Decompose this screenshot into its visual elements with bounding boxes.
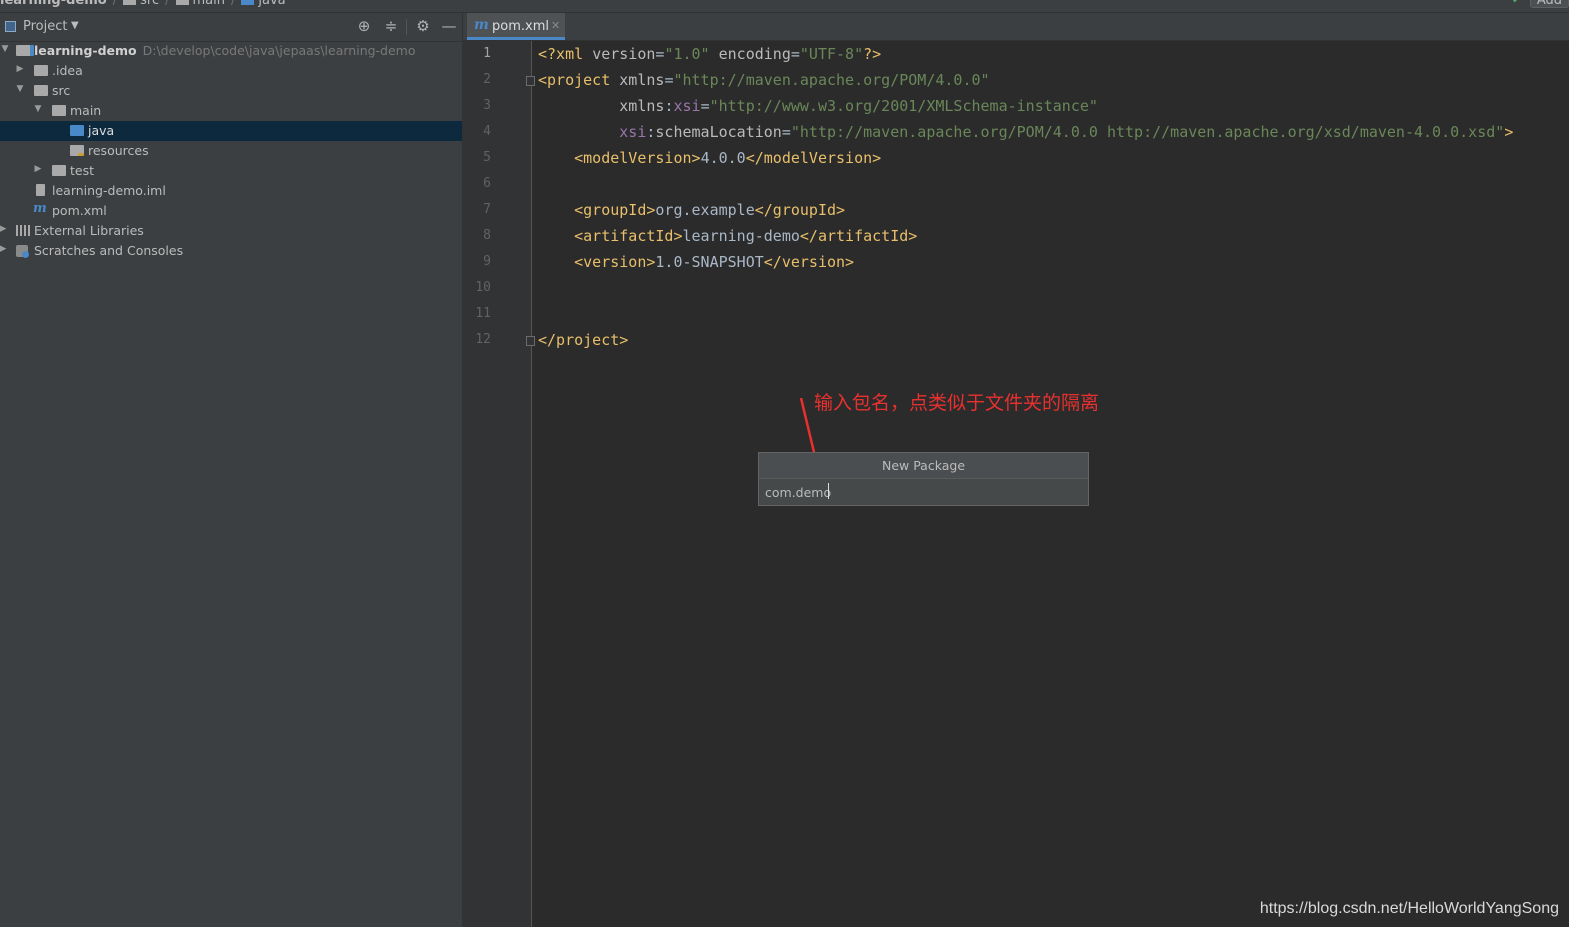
- project-view-icon: [5, 21, 16, 32]
- tree-item-label: .idea: [52, 63, 83, 78]
- tree-item-label: Scratches and Consoles: [34, 243, 184, 258]
- tree-item-label: main: [70, 103, 102, 118]
- watermark: https://blog.csdn.net/HelloWorldYangSong: [1259, 900, 1559, 917]
- code-line: <?xml version="1.0" encoding="UTF-8"?>: [538, 45, 882, 63]
- iml-file-icon: [36, 184, 45, 196]
- package-name-input[interactable]: [759, 479, 1088, 505]
- code-line: xsi:schemaLocation="http://maven.apache.…: [619, 123, 1514, 141]
- code-line: </project>: [538, 331, 629, 349]
- line-number: 9: [483, 254, 491, 269]
- tree-item-pom[interactable]: m pom.xml: [0, 201, 462, 221]
- project-view-selector[interactable]: Project: [23, 19, 67, 34]
- fold-marker-icon[interactable]: [526, 76, 535, 86]
- line-number: 4: [483, 124, 491, 139]
- dialog-title: New Package: [759, 453, 1088, 479]
- breadcrumb-item-project[interactable]: learning-demo: [0, 0, 107, 8]
- module-folder-icon: [16, 45, 34, 56]
- tree-item-resources[interactable]: resources: [0, 141, 462, 161]
- line-number: 10: [475, 280, 491, 295]
- line-number: 7: [483, 202, 491, 217]
- tree-item-label: External Libraries: [34, 223, 144, 238]
- source-folder-icon: [70, 125, 84, 136]
- code-line: xmlns:xsi="http://www.w3.org/2001/XMLSch…: [619, 97, 1098, 115]
- line-number: 11: [475, 306, 491, 321]
- maven-icon: m: [33, 201, 47, 216]
- breadcrumb-item-src[interactable]: src: [140, 0, 159, 8]
- line-number: 3: [483, 98, 491, 113]
- tree-item-label: pom.xml: [52, 203, 107, 218]
- line-number: 5: [483, 150, 491, 165]
- gear-icon[interactable]: ⚙: [414, 17, 432, 35]
- line-number: 6: [483, 176, 491, 191]
- editor-tabs: m pom.xml ✕: [463, 13, 1569, 41]
- module-path: D:\develop\code\java\jepaas\learning-dem…: [142, 43, 416, 58]
- line-number: 2: [483, 72, 491, 87]
- tree-item-main[interactable]: ▼ main: [0, 101, 462, 121]
- tree-item-src[interactable]: ▼ src: [0, 81, 462, 101]
- tree-item-test[interactable]: ▶ test: [0, 161, 462, 181]
- folder-icon: [52, 105, 66, 116]
- collapsed-arrow-icon[interactable]: ▶: [0, 244, 8, 254]
- toolbar-divider: [406, 19, 407, 35]
- close-icon[interactable]: ✕: [551, 19, 560, 32]
- code-line: <version>1.0-SNAPSHOT</version>: [574, 253, 855, 271]
- navigation-bar: learning-demo/src/main/java ✔ Add: [0, 0, 1569, 13]
- build-hammer-icon[interactable]: ✔: [1511, 0, 1523, 7]
- breadcrumb-item-main[interactable]: main: [193, 0, 225, 8]
- tree-item-label: learning-demo.iml: [52, 183, 166, 198]
- library-icon: [16, 225, 30, 236]
- folder-icon: [175, 0, 189, 5]
- expanded-arrow-icon[interactable]: ▼: [0, 44, 10, 54]
- hide-panel-icon[interactable]: —: [440, 17, 458, 35]
- line-number: 8: [483, 228, 491, 243]
- collapse-all-icon[interactable]: ≑: [382, 17, 400, 35]
- resources-folder-icon: [70, 145, 84, 156]
- maven-icon: m: [474, 17, 489, 33]
- code-line: <artifactId>learning-demo</artifactId>: [574, 227, 918, 245]
- project-tool-window: Project ▼ ⊕ ≑ ⚙ — ▼ learning-demo D:\deve…: [0, 13, 463, 927]
- folder-icon: [34, 65, 48, 76]
- folder-icon: [52, 165, 66, 176]
- tree-item-iml[interactable]: learning-demo.iml: [0, 181, 462, 201]
- tree-item-external-libraries[interactable]: ▶ External Libraries: [0, 221, 462, 241]
- tree-item-idea[interactable]: ▶ .idea: [0, 61, 462, 81]
- code-line: <project xmlns="http://maven.apache.org/…: [538, 71, 990, 89]
- expanded-arrow-icon[interactable]: ▼: [15, 84, 25, 94]
- folder-icon: [34, 85, 48, 96]
- tree-item-label: java: [88, 123, 115, 138]
- tree-item-label: learning-demo: [34, 43, 137, 58]
- annotation-text: 输入包名，点类似于文件夹的隔离: [814, 392, 1100, 414]
- code-line: <modelVersion>4.0.0</modelVersion>: [574, 149, 882, 167]
- breadcrumb: learning-demo / src / main / java: [0, 0, 286, 8]
- locate-file-icon[interactable]: ⊕: [355, 17, 373, 35]
- add-configuration-button[interactable]: Add: [1529, 0, 1569, 8]
- editor-gutter: 1 2 3 4 5 6 7 8 9 10 11 12: [463, 41, 535, 927]
- tree-item-label: src: [52, 83, 71, 98]
- line-number: 1: [483, 46, 491, 61]
- project-panel-header: Project ▼ ⊕ ≑ ⚙ —: [0, 13, 462, 42]
- folder-icon: [123, 0, 137, 5]
- expanded-arrow-icon[interactable]: ▼: [33, 104, 43, 114]
- tree-item-scratches[interactable]: ▶ Scratches and Consoles: [0, 241, 462, 261]
- fold-marker-icon[interactable]: [526, 336, 535, 346]
- tree-item-label: test: [70, 163, 95, 178]
- tab-label: pom.xml: [492, 19, 549, 34]
- collapsed-arrow-icon[interactable]: ▶: [33, 164, 43, 174]
- collapsed-arrow-icon[interactable]: ▶: [0, 224, 8, 234]
- tree-item-label: resources: [88, 143, 149, 158]
- text-caret: [828, 483, 829, 499]
- tree-item-learning-demo[interactable]: ▼ learning-demo D:\develop\code\java\jepa…: [0, 41, 462, 61]
- breadcrumb-item-java[interactable]: java: [258, 0, 285, 8]
- tab-pom-xml[interactable]: m pom.xml ✕: [467, 13, 565, 40]
- chevron-down-icon[interactable]: ▼: [71, 20, 79, 31]
- code-line: <groupId>org.example</groupId>: [574, 201, 846, 219]
- new-package-dialog: New Package: [758, 452, 1089, 506]
- folder-icon: [241, 0, 255, 5]
- collapsed-arrow-icon[interactable]: ▶: [15, 64, 25, 74]
- line-number: 12: [475, 332, 491, 347]
- tree-item-java[interactable]: java: [0, 121, 462, 141]
- scratches-icon: [16, 245, 32, 259]
